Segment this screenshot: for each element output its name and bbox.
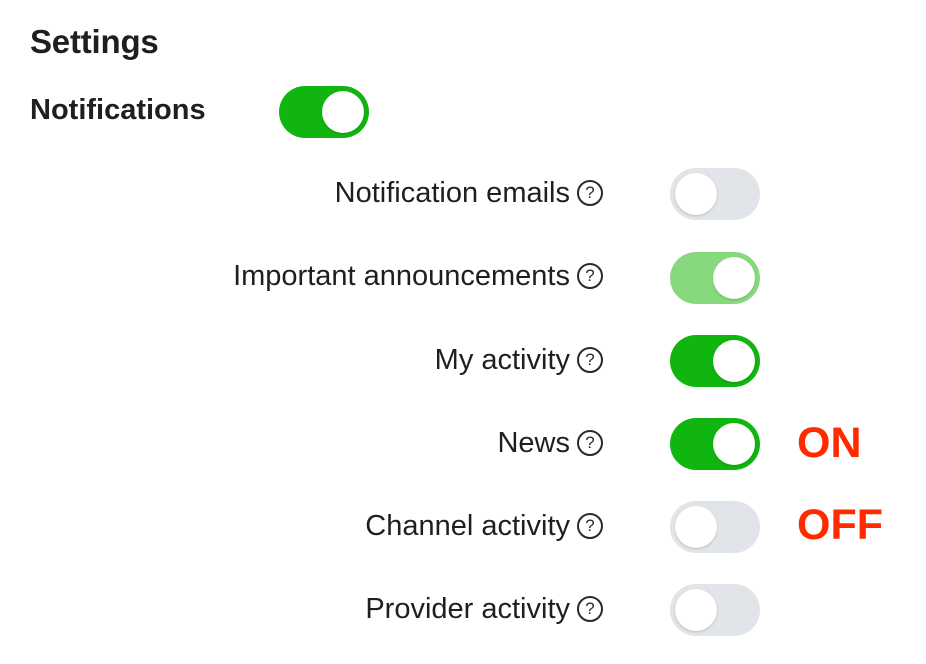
row-label-my-activity: My activity [434,344,570,376]
toggle-knob [713,423,755,465]
question-circle-icon[interactable]: ? [577,180,603,206]
toggle-knob [675,589,717,631]
toggle-knob [713,257,755,299]
question-circle-icon[interactable]: ? [577,513,603,539]
toggle-knob [675,506,717,548]
row-label-channel-activity: Channel activity [365,510,570,542]
question-circle-icon[interactable]: ? [577,596,603,622]
notifications-label: Notifications [30,94,206,126]
toggle-channel-activity[interactable] [670,501,760,553]
row-label-important-announcements: Important announcements [233,260,570,292]
question-circle-icon[interactable]: ? [577,263,603,289]
question-circle-icon[interactable]: ? [577,430,603,456]
toggle-provider-activity[interactable] [670,584,760,636]
row-label-news: News [497,427,570,459]
annotation-on: ON [797,419,862,467]
toggle-knob [322,91,364,133]
toggle-news[interactable] [670,418,760,470]
question-circle-icon[interactable]: ? [577,347,603,373]
toggle-notification-emails[interactable] [670,168,760,220]
row-label-notification-emails: Notification emails [334,177,570,209]
toggle-knob [713,340,755,382]
toggle-important-announcements[interactable] [670,252,760,304]
notifications-toggle[interactable] [279,86,369,138]
annotation-off: OFF [797,501,883,549]
toggle-knob [675,173,717,215]
row-label-provider-activity: Provider activity [365,593,570,625]
toggle-my-activity[interactable] [670,335,760,387]
page-title: Settings [30,23,159,60]
